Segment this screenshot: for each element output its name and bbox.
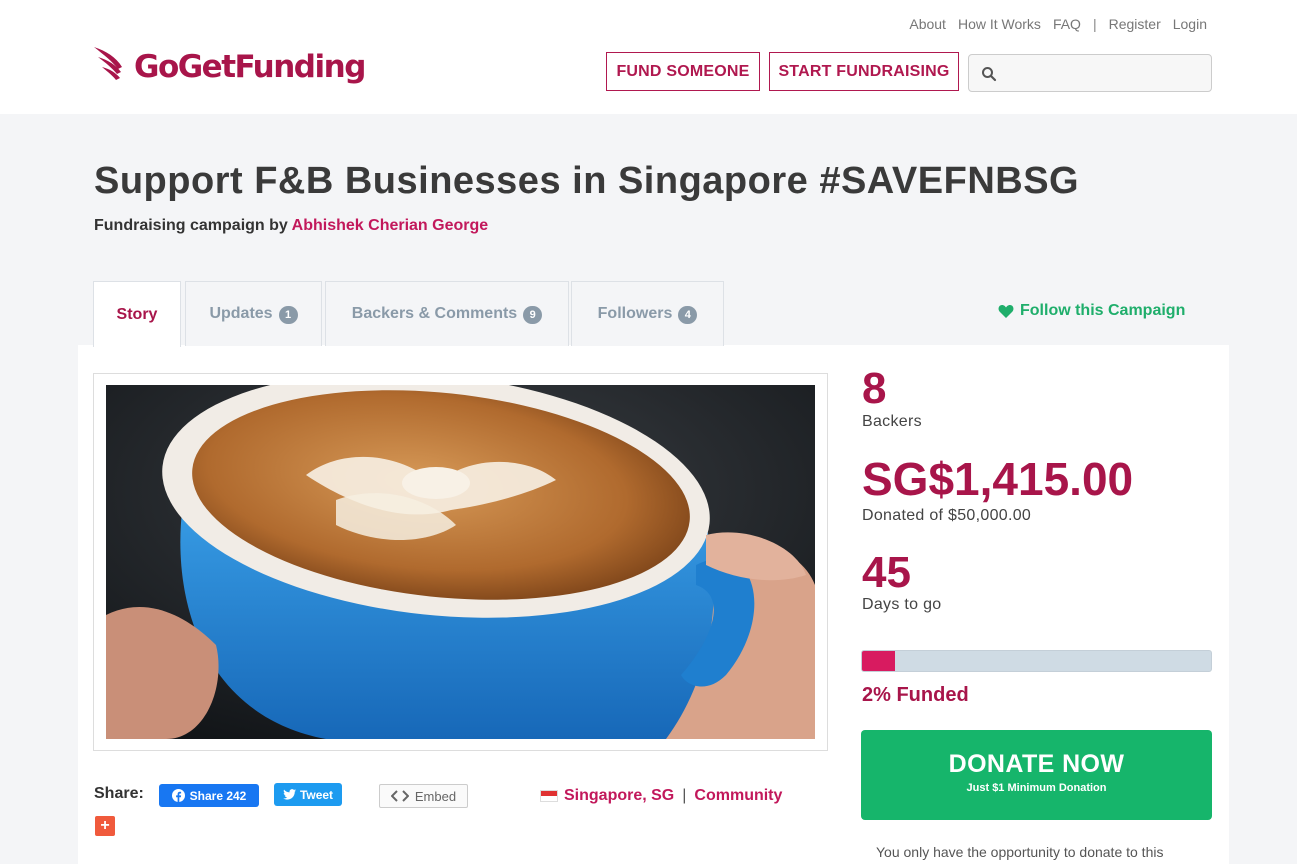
tab-story[interactable]: Story [93, 281, 181, 347]
start-fundraising-button[interactable]: START FUNDRAISING [769, 52, 959, 91]
campaign-title: Support F&B Businesses in Singapore #SAV… [94, 160, 1080, 202]
days-label: Days to go [862, 596, 942, 613]
days-left: 45 [862, 548, 911, 597]
fund-someone-button[interactable]: FUND SOMEONE [606, 52, 760, 91]
tab-backers-label: Backers & Comments [351, 305, 518, 322]
site-logo[interactable]: GoGetFunding [92, 40, 366, 94]
follow-label: Follow this Campaign [1020, 302, 1186, 319]
register-link[interactable]: Register [1109, 16, 1161, 32]
byline-prefix: Fundraising campaign by [94, 217, 288, 234]
tab-story-label: Story [116, 305, 158, 323]
facebook-share-label: Share 242 [189, 788, 247, 803]
tweet-label: Tweet [299, 787, 334, 802]
goal-label: Donated of $50,000.00 [862, 507, 1032, 524]
about-link[interactable]: About [909, 16, 946, 32]
facebook-icon [171, 789, 185, 802]
author-link[interactable]: Abhishek Cherian George [292, 217, 489, 234]
embed-button[interactable]: Embed [379, 784, 468, 808]
backers-count: 8 [862, 364, 887, 413]
singapore-flag-icon [540, 790, 558, 802]
tab-followers-label: Followers [597, 305, 673, 322]
twitter-tweet-button[interactable]: Tweet [274, 783, 342, 806]
donate-label: DONATE NOW [948, 750, 1125, 778]
site-header: GoGetFunding About How It Works FAQ | Re… [0, 0, 1297, 114]
facebook-share-button[interactable]: Share 242 [159, 784, 259, 807]
more-share-button[interactable]: + [95, 816, 115, 836]
latte-cup-illustration [106, 385, 815, 739]
search-icon [982, 67, 997, 82]
search-box[interactable] [968, 54, 1212, 92]
campaign-image [106, 385, 815, 739]
updates-count-badge: 1 [278, 306, 298, 324]
funding-progress-bar [861, 650, 1212, 672]
twitter-bird-icon [283, 789, 296, 800]
top-links: About How It Works FAQ | Register Login [909, 16, 1207, 32]
tab-updates[interactable]: Updates 1 [185, 281, 322, 346]
funded-percent: 2% Funded [862, 684, 969, 706]
heart-icon [998, 304, 1014, 318]
donate-sublabel: Just $1 Minimum Donation [966, 782, 1107, 794]
embed-label: Embed [414, 788, 457, 804]
tab-backers-comments[interactable]: Backers & Comments 9 [325, 281, 569, 346]
location-separator: | [682, 787, 687, 804]
wing-icon [94, 47, 122, 80]
logo-text: GoGetFunding [134, 49, 366, 85]
donate-now-button[interactable]: DONATE NOW Just $1 Minimum Donation [861, 730, 1212, 820]
search-input[interactable] [1005, 61, 1201, 85]
link-separator: | [1092, 16, 1097, 32]
location-link[interactable]: Singapore, SG [564, 787, 674, 805]
how-it-works-link[interactable]: How It Works [958, 16, 1041, 32]
follow-campaign-link[interactable]: Follow this Campaign [998, 302, 1185, 320]
followers-count-badge: 4 [678, 306, 698, 324]
amount-raised: SG$1,415.00 [862, 453, 1134, 505]
funding-progress-fill [862, 651, 896, 671]
backers-label: Backers [862, 413, 922, 430]
tab-followers[interactable]: Followers 4 [571, 281, 724, 346]
backers-count-badge: 9 [523, 306, 543, 324]
campaign-byline: Fundraising campaign by Abhishek Cherian… [94, 217, 488, 235]
tab-updates-label: Updates [209, 305, 273, 322]
login-link[interactable]: Login [1173, 16, 1207, 32]
donation-note: You only have the opportunity to donate … [876, 844, 1164, 860]
faq-link[interactable]: FAQ [1053, 16, 1081, 32]
share-label: Share: [94, 785, 144, 802]
category-link[interactable]: Community [694, 787, 782, 805]
code-brackets-icon [390, 790, 409, 802]
campaign-location: Singapore, SG | Community [540, 787, 782, 805]
